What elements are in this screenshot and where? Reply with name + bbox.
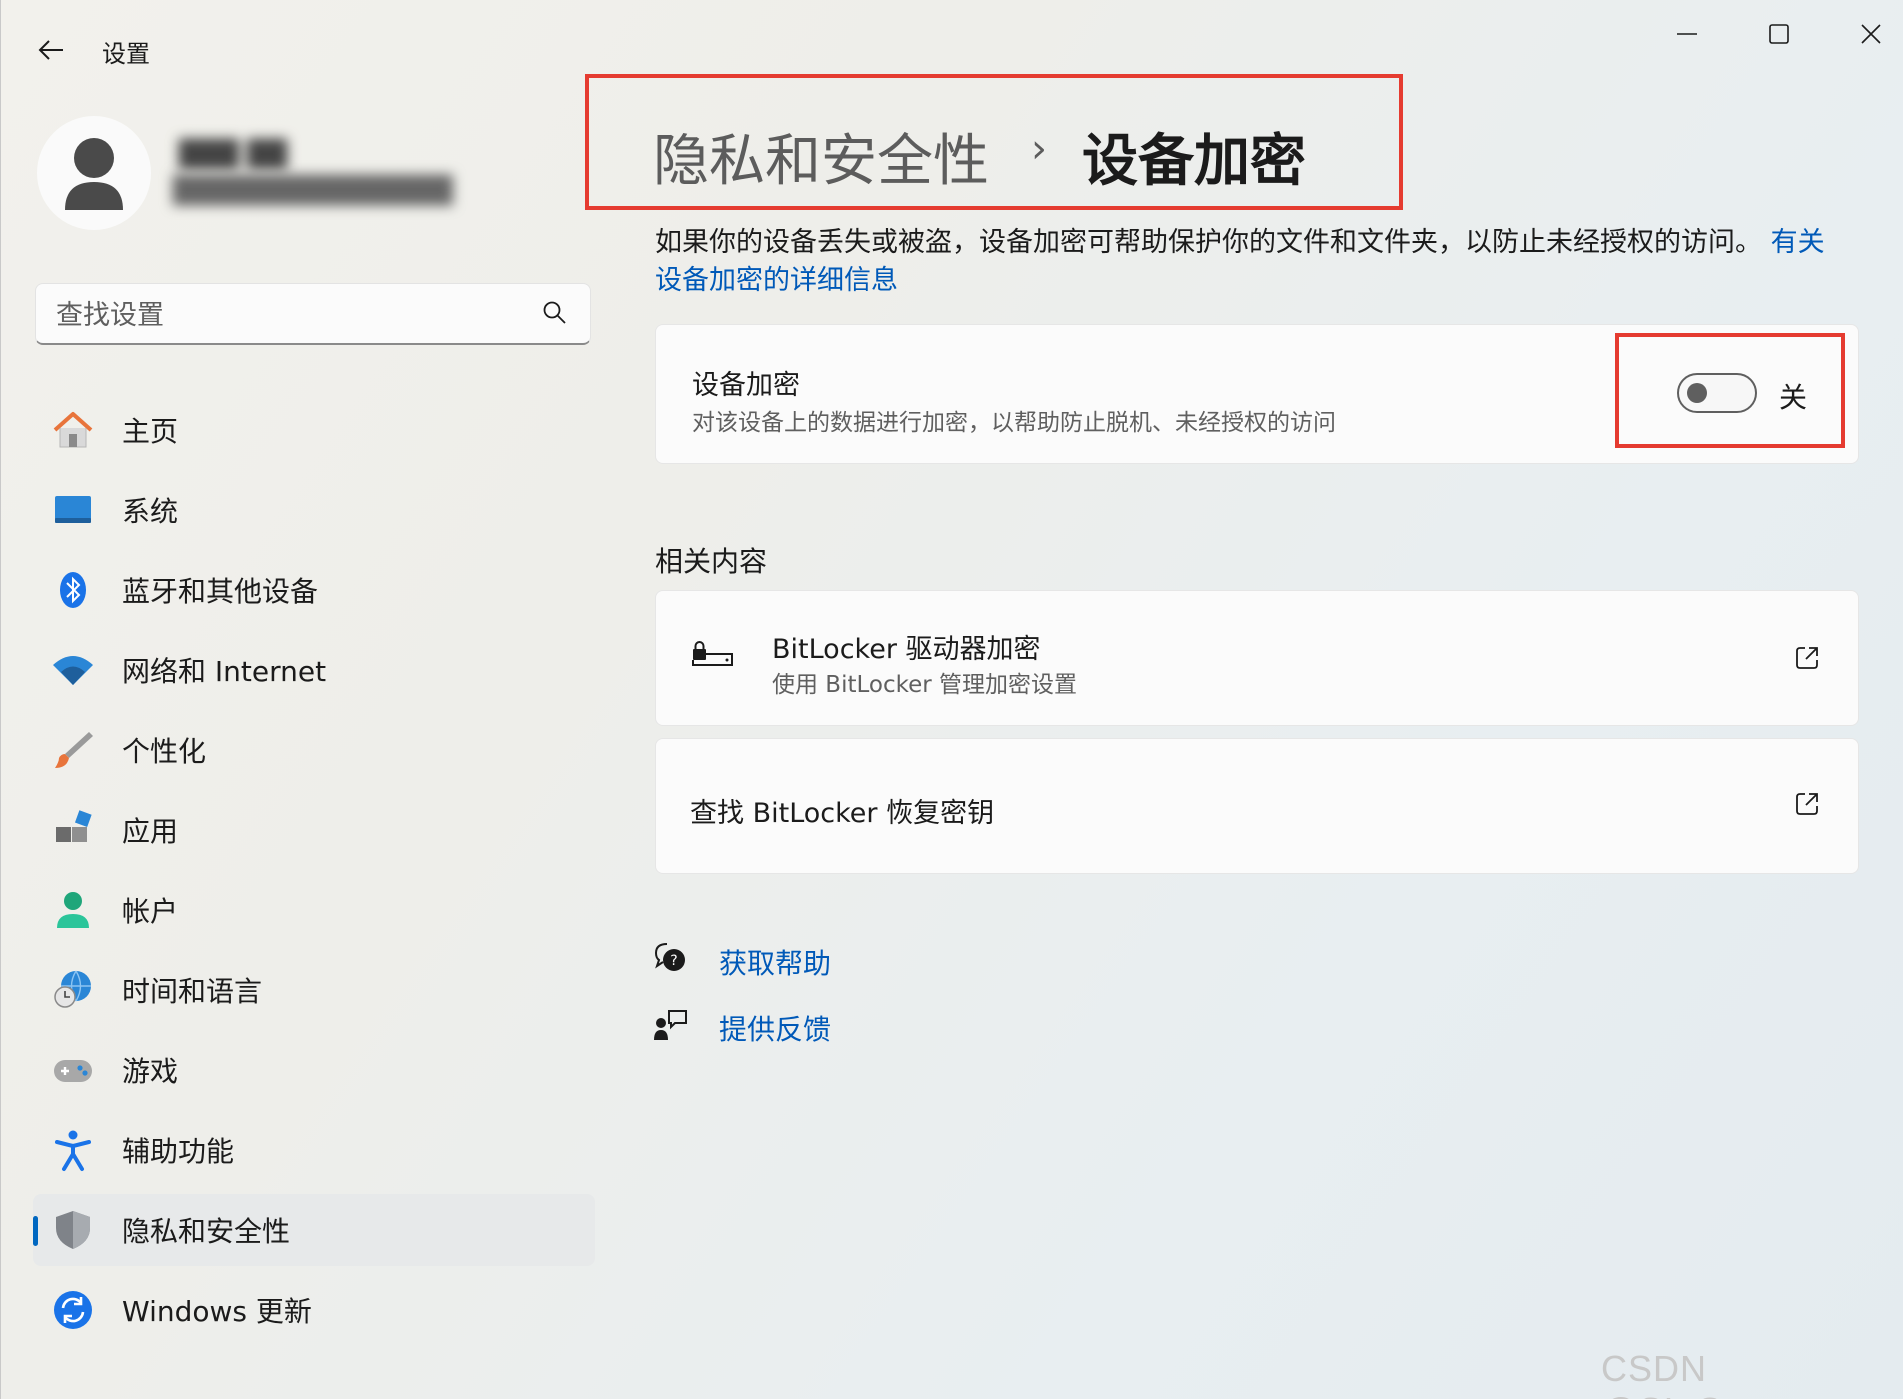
sidebar-item-label: 系统 — [122, 495, 179, 528]
sidebar-item-gaming[interactable]: 游戏 — [33, 1034, 595, 1106]
back-button[interactable] — [29, 28, 73, 72]
sidebar-item-label: 蓝牙和其他设备 — [122, 575, 319, 608]
bitlocker-drive-encryption-link[interactable]: BitLocker 驱动器加密 使用 BitLocker 管理加密设置 — [655, 590, 1859, 726]
minimize-icon — [1677, 33, 1697, 35]
description-text: 如果你的设备丢失或被盗，设备加密可帮助保护你的文件和文件夹，以防止未经授权的访问… — [655, 227, 1762, 258]
wifi-icon — [51, 648, 95, 692]
search-box — [35, 283, 591, 345]
card-subtitle: 使用 BitLocker 管理加密设置 — [772, 672, 1078, 698]
home-icon — [51, 408, 95, 452]
user-name: ███ ██ — [179, 140, 288, 170]
card-title: 设备加密 — [692, 370, 800, 401]
minimize-button[interactable] — [1647, 10, 1727, 58]
feedback-icon — [654, 1010, 687, 1040]
device-encryption-toggle[interactable] — [1677, 373, 1757, 413]
breadcrumb: 隐私和安全性 › 设备加密 — [585, 74, 1403, 210]
sidebar-item-bluetooth[interactable]: 蓝牙和其他设备 — [33, 554, 595, 626]
apps-icon — [51, 808, 95, 852]
watermark: CSDN @SI_Gamer — [1601, 1348, 1810, 1399]
globe-clock-icon — [51, 968, 95, 1012]
help-chat-icon: ? — [654, 943, 685, 971]
search-icon[interactable] — [542, 300, 568, 326]
toggle-state-label: 关 — [1779, 381, 1808, 414]
sidebar-item-label: 帐户 — [122, 895, 179, 928]
get-help-link[interactable]: 获取帮助 — [719, 942, 831, 982]
user-email: ██████████████ — [173, 176, 453, 206]
person-icon — [65, 138, 123, 210]
sidebar-item-label: Windows 更新 — [122, 1295, 312, 1328]
monitor-icon — [51, 488, 95, 532]
svg-text:?: ? — [670, 953, 677, 969]
card-subtitle: 对该设备上的数据进行加密，以帮助防止脱机、未经授权的访问 — [692, 410, 1336, 436]
card-title: 查找 BitLocker 恢复密钥 — [690, 798, 995, 829]
sidebar-item-label: 个性化 — [122, 735, 207, 768]
shield-icon — [51, 1208, 95, 1252]
related-content-title: 相关内容 — [655, 545, 768, 578]
accessibility-icon — [51, 1128, 95, 1172]
open-external-icon — [1796, 793, 1818, 815]
account-icon — [51, 888, 95, 932]
toggle-knob — [1687, 383, 1707, 403]
bluetooth-icon — [51, 568, 95, 612]
sidebar-item-label: 主页 — [122, 415, 179, 448]
sidebar-item-privacy-security[interactable]: 隐私和安全性 — [33, 1194, 595, 1266]
open-external-icon — [1796, 647, 1818, 669]
selection-indicator — [33, 1216, 38, 1246]
sidebar-item-label: 应用 — [122, 815, 179, 848]
breadcrumb-parent[interactable]: 隐私和安全性 — [653, 116, 989, 197]
page-description: 如果你的设备丢失或被盗，设备加密可帮助保护你的文件和文件夹，以防止未经授权的访问… — [655, 224, 1847, 300]
feedback-link[interactable]: 提供反馈 — [719, 1008, 831, 1048]
sidebar-item-windows-update[interactable]: Windows 更新 — [33, 1274, 595, 1346]
app-title: 设置 — [102, 40, 150, 68]
close-button[interactable] — [1831, 10, 1903, 58]
search-input[interactable] — [54, 294, 538, 336]
sidebar-item-time-language[interactable]: 时间和语言 — [33, 954, 595, 1026]
brush-icon — [51, 728, 95, 772]
sidebar-item-personalization[interactable]: 个性化 — [33, 714, 595, 786]
sidebar-item-label: 游戏 — [122, 1055, 179, 1088]
maximize-button[interactable] — [1739, 10, 1819, 58]
sidebar-item-network[interactable]: 网络和 Internet — [33, 634, 595, 706]
find-bitlocker-recovery-key-link[interactable]: 查找 BitLocker 恢复密钥 — [655, 738, 1859, 874]
sidebar-item-home[interactable]: 主页 — [33, 394, 595, 466]
card-title: BitLocker 驱动器加密 — [772, 634, 1041, 665]
avatar[interactable] — [37, 116, 151, 230]
bitlocker-drive-icon — [692, 641, 733, 666]
sidebar-item-label: 时间和语言 — [122, 975, 263, 1008]
sidebar-item-apps[interactable]: 应用 — [33, 794, 595, 866]
sidebar-item-system[interactable]: 系统 — [33, 474, 595, 546]
settings-window: 设置 ███ ██ ██████████████ 查找设置 主页 系统 蓝牙和其… — [0, 0, 1903, 1399]
sidebar-item-accessibility[interactable]: 辅助功能 — [33, 1114, 595, 1186]
maximize-icon — [1769, 24, 1789, 44]
update-icon — [51, 1288, 95, 1332]
sidebar-item-label: 网络和 Internet — [122, 655, 327, 688]
sidebar-item-label: 隐私和安全性 — [122, 1215, 291, 1248]
breadcrumb-separator: › — [1031, 126, 1047, 172]
arrow-left-icon — [38, 40, 63, 60]
sidebar-item-label: 辅助功能 — [122, 1135, 235, 1168]
gamepad-icon — [51, 1048, 95, 1092]
close-icon — [1861, 24, 1881, 44]
sidebar-item-accounts[interactable]: 帐户 — [33, 874, 595, 946]
sidebar-nav: 主页 系统 蓝牙和其他设备 网络和 Internet 个性化 应用 帐户 时间和… — [33, 394, 595, 1354]
page-title: 设备加密 — [1082, 129, 1306, 194]
